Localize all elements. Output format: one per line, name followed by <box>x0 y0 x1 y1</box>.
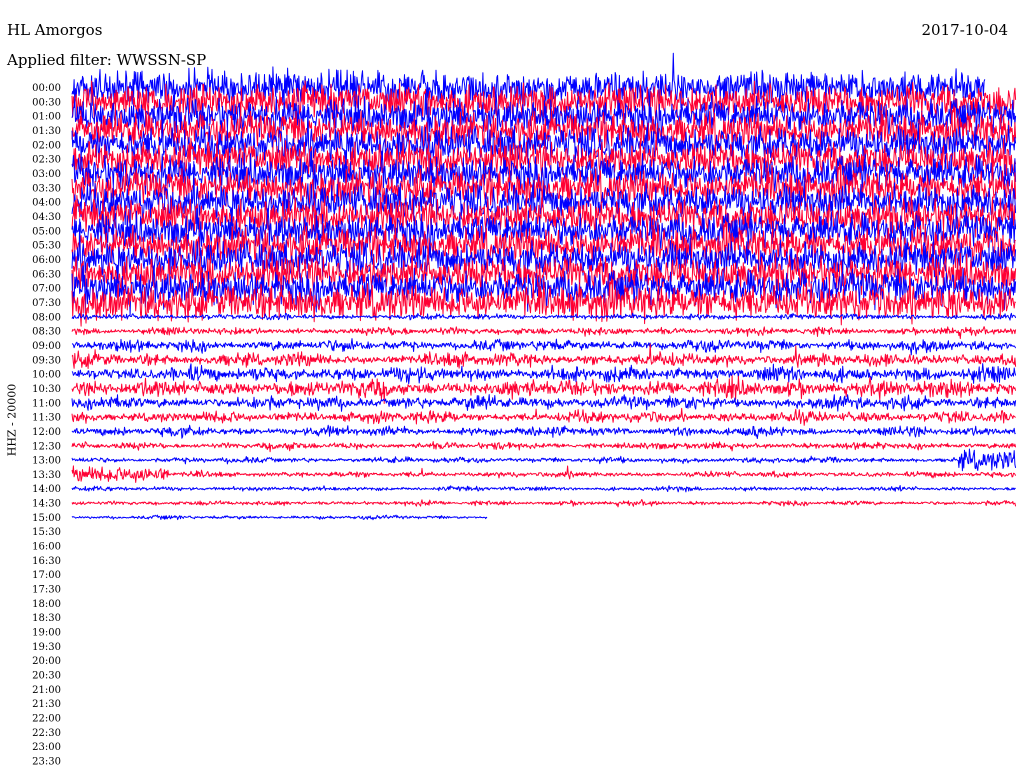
row-time-label: 07:30 <box>32 298 61 309</box>
row-time-label: 06:00 <box>32 255 61 266</box>
row-time-label: 01:00 <box>32 112 61 123</box>
trace-row-1000 <box>71 363 1017 385</box>
row-time-label: 14:30 <box>32 499 61 510</box>
row-time-label: 00:30 <box>32 97 61 108</box>
trace-row-1300 <box>71 448 1017 472</box>
trace-row-1400 <box>71 485 1016 493</box>
row-time-label: 08:30 <box>32 327 61 338</box>
trace-row-1100 <box>71 394 1017 412</box>
row-time-label: 10:00 <box>32 370 61 381</box>
row-time-label: 21:30 <box>32 699 61 710</box>
row-time-label: 05:30 <box>32 241 61 252</box>
row-time-label: 03:00 <box>32 169 61 180</box>
row-time-label: 03:30 <box>32 183 61 194</box>
row-time-label: 23:00 <box>32 742 61 753</box>
row-time-label: 11:00 <box>32 398 61 409</box>
row-time-label: 09:30 <box>32 355 61 366</box>
trace-row-1030 <box>71 375 1017 404</box>
row-time-label: 16:00 <box>32 542 61 553</box>
row-time-label: 16:30 <box>32 556 61 567</box>
helicorder-plot: 00:00 00:30 01:00 01:30 02:00 02:30 03:00 03:30… <box>32 52 1017 768</box>
row-time-label: 09:00 <box>32 341 61 352</box>
row-time-label: 14:00 <box>32 484 61 495</box>
row-time-label: 15:00 <box>32 513 61 524</box>
row-time-label: 01:30 <box>32 126 61 137</box>
row-time-label: 18:00 <box>32 599 61 610</box>
row-time-label: 15:30 <box>32 527 61 538</box>
row-time-label: 22:00 <box>32 714 61 725</box>
row-time-label: 12:30 <box>32 441 61 452</box>
row-time-label: 13:00 <box>32 456 61 467</box>
row-time-label: 20:00 <box>32 656 61 667</box>
row-time-label: 02:30 <box>32 155 61 166</box>
row-time-label: 05:00 <box>32 226 61 237</box>
row-time-label: 06:30 <box>32 269 61 280</box>
row-time-label: 17:30 <box>32 585 61 596</box>
trace-row-0800 <box>71 312 1017 321</box>
row-time-label: 13:30 <box>32 470 61 481</box>
row-time-label: 21:00 <box>32 685 61 696</box>
row-time-label: 08:00 <box>32 312 61 323</box>
trace-row-1200 <box>71 424 1016 439</box>
trace-row-1430 <box>71 499 1017 508</box>
row-time-label: 20:30 <box>32 671 61 682</box>
trace-row-0830 <box>71 326 1017 340</box>
row-time-label: 04:30 <box>32 212 61 223</box>
row-time-label: 19:30 <box>32 642 61 653</box>
row-time-label: 07:00 <box>32 284 61 295</box>
trace-row-1500 <box>71 514 488 521</box>
row-time-label: 23:30 <box>32 757 61 768</box>
row-time-label: 19:00 <box>32 628 61 639</box>
row-time-label: 02:00 <box>32 140 61 151</box>
row-time-label: 10:30 <box>32 384 61 395</box>
row-time-label: 12:00 <box>32 427 61 438</box>
row-time-label: 22:30 <box>32 728 61 739</box>
row-time-label: 18:30 <box>32 613 61 624</box>
trace-row-0900 <box>71 338 1017 356</box>
trace-row-1330 <box>71 465 1017 483</box>
row-time-label: 11:30 <box>32 413 61 424</box>
row-time-label: 04:00 <box>32 198 61 209</box>
row-time-label: 17:00 <box>32 570 61 581</box>
trace-row-1230 <box>71 441 1017 453</box>
trace-row-1130 <box>71 407 1016 426</box>
row-time-label: 00:00 <box>32 83 61 94</box>
